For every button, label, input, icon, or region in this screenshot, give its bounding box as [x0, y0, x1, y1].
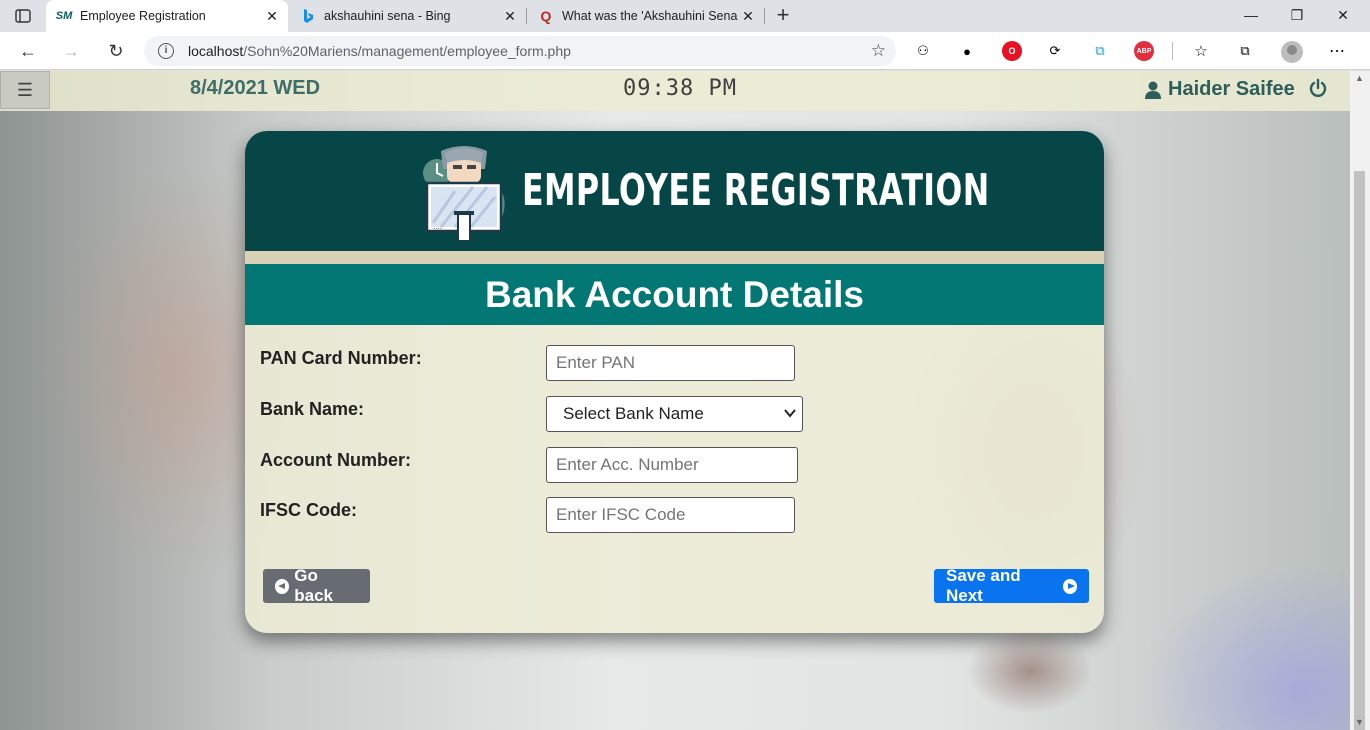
- save-and-next-button[interactable]: Save and Next: [934, 566, 1089, 605]
- hamburger-menu-icon[interactable]: ☰: [0, 71, 50, 109]
- adblock-plus-icon[interactable]: ABP: [1134, 41, 1154, 61]
- page-title: EMPLOYEE REGISTRATION: [522, 165, 990, 216]
- tab-title: Employee Registration: [80, 9, 206, 23]
- arrow-circle-right-icon: [1062, 578, 1077, 594]
- quora-favicon-icon: Q: [540, 8, 552, 24]
- profile-avatar[interactable]: [1281, 41, 1303, 63]
- svg-text:....: ....: [433, 223, 442, 231]
- scroll-up-icon[interactable]: ▲: [1355, 73, 1364, 83]
- go-back-label: Go back: [294, 566, 333, 605]
- pan-input[interactable]: [546, 345, 795, 381]
- forward-arrow-icon[interactable]: →: [59, 39, 83, 63]
- section-title: Bank Account Details: [485, 274, 864, 315]
- close-tab-icon[interactable]: ✕: [262, 8, 282, 25]
- read-aloud-icon[interactable]: ⚇: [913, 41, 933, 61]
- arrow-circle-left-icon: [275, 578, 290, 594]
- sync-extension-icon[interactable]: ⟳: [1045, 41, 1065, 61]
- pan-label: PAN Card Number:: [260, 348, 422, 368]
- close-tab-icon[interactable]: ✕: [738, 8, 758, 25]
- bank-name-label: Bank Name:: [260, 399, 365, 419]
- employee-at-computer-logo-icon: ....: [415, 143, 513, 242]
- close-window-icon[interactable]: ✕: [1320, 0, 1366, 30]
- tab-quora[interactable]: Q What was the 'Akshauhini Sena' ( ✕: [528, 0, 764, 32]
- header-divider: [245, 251, 1104, 264]
- browser-tab-bar: SM Employee Registration ✕ akshauhini se…: [0, 0, 1370, 32]
- go-back-button[interactable]: Go back: [263, 566, 370, 605]
- ifsc-label: IFSC Code:: [260, 500, 357, 520]
- refresh-icon[interactable]: ↻: [104, 39, 128, 63]
- user-icon: [1144, 81, 1162, 99]
- translate-extension-icon[interactable]: ⧉: [1090, 41, 1110, 61]
- url-text[interactable]: localhost/Sohn%20Mariens/management/empl…: [188, 43, 571, 59]
- user-name: Haider Saifee: [1168, 78, 1295, 100]
- sm-favicon-icon: SM: [55, 10, 73, 22]
- scrollbar-thumb[interactable]: [1354, 171, 1365, 730]
- tab-title: What was the 'Akshauhini Sena' (: [562, 9, 738, 23]
- tab-divider: [764, 8, 765, 24]
- bank-name-selected: Select Bank Name: [563, 404, 704, 423]
- scroll-down-icon[interactable]: ▼: [1355, 717, 1364, 727]
- tab-bing-search[interactable]: akshauhini sena - Bing ✕: [290, 0, 526, 32]
- browser-toolbar: ← → ↻ i localhost/Sohn%20Mariens/managem…: [0, 32, 1370, 70]
- add-favorite-icon[interactable]: ☆: [871, 41, 886, 61]
- more-menu-icon[interactable]: ⋯: [1327, 41, 1347, 61]
- back-arrow-icon[interactable]: ←: [16, 39, 40, 63]
- bing-icon: [300, 8, 316, 24]
- opera-extension-icon[interactable]: O: [1002, 41, 1022, 61]
- tab-actions-icon[interactable]: [12, 6, 34, 26]
- card-header: .... EMPLOYEE REGISTRATION: [245, 131, 1104, 251]
- account-number-input[interactable]: [546, 447, 798, 483]
- favorites-icon[interactable]: ☆: [1191, 41, 1211, 61]
- address-bar[interactable]: i localhost/Sohn%20Mariens/management/em…: [144, 36, 896, 66]
- collections-icon[interactable]: ⧉: [1235, 41, 1255, 61]
- page-scrollbar[interactable]: ▲ ▼: [1350, 71, 1370, 730]
- ifsc-input[interactable]: [546, 497, 795, 533]
- registration-card: .... EMPLOYEE REGISTRATION Bank Account …: [245, 131, 1104, 633]
- new-tab-icon[interactable]: +: [772, 4, 794, 26]
- tab-title: akshauhini sena - Bing: [324, 9, 451, 23]
- bank-name-select[interactable]: Select Bank Name: [546, 396, 803, 432]
- power-logout-icon[interactable]: [1308, 78, 1328, 98]
- page-viewport: ☰ 8/4/2021 WED 09:38 PM Haider Saifee ..…: [0, 71, 1350, 730]
- url-path: /Sohn%20Mariens/management/employee_form…: [243, 43, 571, 59]
- url-host: localhost: [188, 43, 244, 59]
- minimize-icon[interactable]: —: [1228, 0, 1274, 30]
- current-date: 8/4/2021 WED: [190, 77, 321, 99]
- restore-icon[interactable]: ❐: [1274, 0, 1320, 30]
- toolbar-divider: [1172, 42, 1173, 60]
- current-time: 09:38 PM: [623, 76, 737, 101]
- tab-divider: [526, 8, 527, 24]
- site-info-icon[interactable]: i: [158, 43, 174, 59]
- extension-icon[interactable]: ●: [957, 41, 977, 61]
- account-number-label: Account Number:: [260, 450, 412, 470]
- section-header: Bank Account Details: [245, 264, 1104, 325]
- save-and-next-label: Save and Next: [946, 566, 1021, 605]
- close-tab-icon[interactable]: ✕: [500, 8, 520, 25]
- tab-employee-registration[interactable]: SM Employee Registration ✕: [46, 0, 288, 32]
- user-menu[interactable]: Haider Saifee: [1144, 78, 1295, 101]
- app-top-bar: ☰ 8/4/2021 WED 09:38 PM Haider Saifee: [0, 71, 1350, 111]
- chevron-down-icon: [784, 397, 796, 431]
